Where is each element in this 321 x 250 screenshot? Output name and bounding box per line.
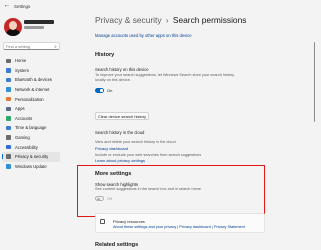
personalization-icon (5, 96, 12, 103)
accounts-icon (5, 115, 12, 122)
more-settings-title: More settings (95, 171, 132, 177)
sidebar: ⌕ Home System Bluetooth & devices Network &… (0, 12, 62, 250)
search-highlights-description: See content suggestions in the search bo… (95, 187, 201, 191)
sidebar-item-gaming[interactable]: Gaming (2, 133, 60, 143)
network-icon (5, 86, 12, 93)
sidebar-item-label: Apps (15, 106, 25, 112)
privacy-resources-title: Privacy resources (113, 219, 145, 224)
sidebar-item-home[interactable]: Home (2, 56, 60, 66)
privacy-dashboard-link[interactable]: Privacy dashboard (95, 146, 128, 151)
search-icon[interactable]: ⌕ (54, 44, 57, 49)
search-highlights-toggle[interactable] (95, 196, 104, 201)
page-title: Search permissions (172, 15, 247, 25)
manage-accounts-link[interactable]: Manage accounts used by other apps on th… (95, 33, 192, 38)
cloud-history-label: Search history in the cloud (95, 130, 145, 135)
apps-icon (5, 105, 12, 112)
sidebar-item-label: Home (15, 58, 27, 64)
update-icon (5, 163, 12, 170)
title-bar: ← Settings (0, 0, 321, 12)
search-highlights-toggle-state: Off (107, 196, 113, 201)
device-history-description: To improve your search suggestions, let … (95, 73, 235, 82)
redacted-user-name (24, 20, 54, 24)
redacted-user-email (24, 26, 44, 29)
home-icon (5, 57, 12, 64)
shield-icon (5, 153, 12, 160)
scrollbar[interactable] (314, 42, 316, 122)
clear-history-button[interactable]: Clear device search history (95, 112, 149, 120)
accessibility-icon (5, 144, 12, 151)
history-section-title: History (95, 52, 115, 58)
breadcrumb: Privacy & security › Search permissions (95, 15, 246, 25)
main-content: Privacy & security › Search permissions … (62, 12, 321, 250)
sidebar-item-time-and-language[interactable]: Time & language (2, 123, 60, 133)
sidebar-item-system[interactable]: System (2, 66, 60, 76)
sidebar-item-privacy-and-security[interactable]: Privacy & security (2, 151, 60, 162)
sidebar-item-label: Privacy & security (15, 154, 49, 160)
sidebar-item-label: Personalization (15, 96, 44, 102)
breadcrumb-separator: › (165, 16, 169, 25)
window-title: Settings (14, 3, 31, 9)
sidebar-item-label: Accessibility (15, 144, 38, 150)
sidebar-item-label: Network & internet (15, 87, 50, 93)
settings-window: ← Settings ⌕ Home System Bluetooth & devic… (0, 0, 321, 250)
sidebar-item-personalization[interactable]: Personalization (2, 94, 60, 104)
sidebar-item-label: System (15, 67, 29, 73)
sidebar-item-accounts[interactable]: Accounts (2, 114, 60, 124)
sidebar-nav: Home System Bluetooth & devices Network & i… (2, 56, 60, 171)
sidebar-item-accessibility[interactable]: Accessibility (2, 142, 60, 152)
sidebar-item-apps[interactable]: Apps (2, 104, 60, 114)
gaming-icon (5, 134, 12, 141)
sidebar-item-label: Accounts (15, 115, 33, 121)
time-language-icon (5, 124, 12, 131)
sidebar-item-network-and-internet[interactable]: Network & internet (2, 85, 60, 95)
device-history-label: Search history on this device (95, 67, 149, 72)
device-history-toggle-state: On (107, 88, 113, 93)
sidebar-item-bluetooth-and-devices[interactable]: Bluetooth & devices (2, 75, 60, 85)
bluetooth-icon (5, 76, 12, 83)
system-icon (5, 67, 12, 74)
cloud-history-description: View and delete your search history in t… (95, 140, 176, 144)
search-box[interactable]: ⌕ (3, 42, 60, 50)
document-icon (100, 219, 105, 224)
sidebar-item-label: Bluetooth & devices (15, 77, 53, 83)
learn-privacy-link[interactable]: Learn about privacy settings (95, 158, 145, 163)
breadcrumb-parent[interactable]: Privacy & security (95, 15, 162, 25)
search-input[interactable] (6, 43, 54, 49)
privacy-resources-links[interactable]: About these settings and your privacy | … (113, 225, 245, 229)
sidebar-item-label: Time & language (15, 125, 47, 131)
privacy-resources-card: Privacy resources About these settings a… (95, 213, 265, 233)
sidebar-item-windows-update[interactable]: Windows Update (2, 162, 60, 172)
avatar[interactable] (4, 18, 22, 36)
sidebar-item-label: Windows Update (15, 163, 47, 169)
related-settings-title: Related settings (95, 242, 139, 248)
device-history-toggle[interactable] (95, 88, 104, 93)
back-arrow-icon[interactable]: ← (2, 0, 12, 12)
sidebar-item-label: Gaming (15, 135, 30, 141)
